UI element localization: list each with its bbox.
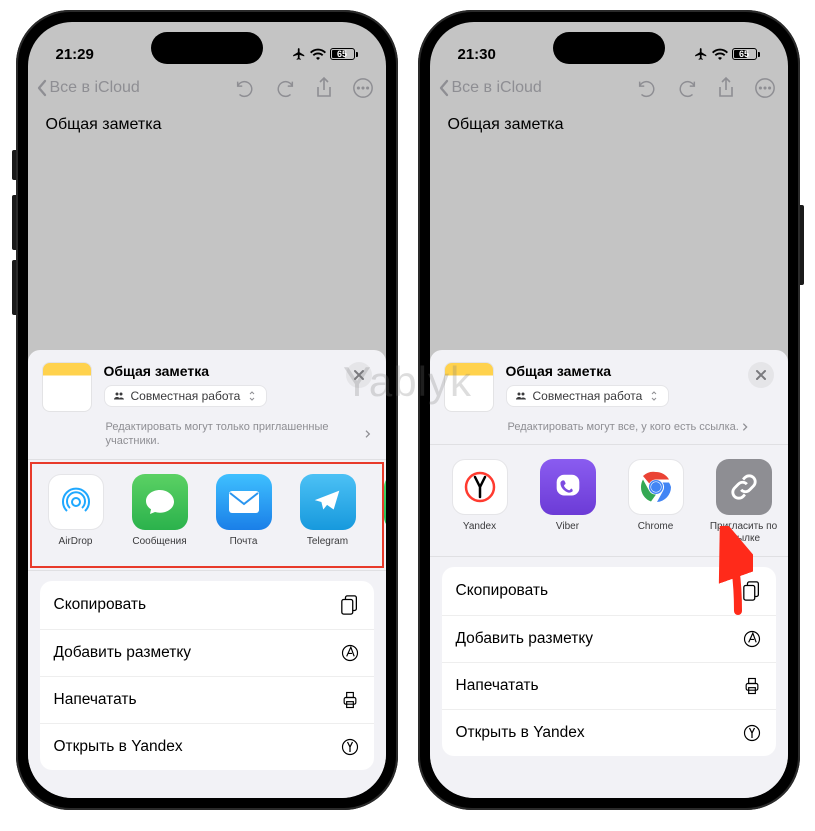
dynamic-island — [553, 32, 665, 64]
markup-icon — [742, 629, 762, 649]
note-thumbnail — [42, 362, 92, 412]
chevron-right-icon — [741, 422, 749, 432]
share-icon[interactable] — [314, 76, 334, 100]
phone-left: 21:29 65 Все в iCloud Общая — [16, 10, 398, 810]
action-markup[interactable]: Добавить разметку — [40, 630, 374, 677]
redo-icon[interactable] — [676, 77, 698, 99]
dynamic-island — [151, 32, 263, 64]
link-icon — [727, 470, 761, 504]
action-open-yandex[interactable]: Открыть в Yandex — [40, 724, 374, 770]
undo-icon[interactable] — [234, 77, 256, 99]
back-button[interactable]: Все в iCloud — [438, 79, 542, 97]
note-thumbnail — [444, 362, 494, 412]
chevron-updown-icon — [648, 390, 660, 402]
share-sheet: Общая заметка Совместная работа Редактир… — [28, 350, 386, 798]
share-sheet: Общая заметка Совместная работа Редактир… — [430, 350, 788, 798]
app-whatsapp[interactable]: WhatsApp — [374, 474, 386, 558]
note-title[interactable]: Общая заметка — [430, 106, 788, 144]
close-icon — [353, 369, 365, 381]
close-icon — [755, 369, 767, 381]
collab-label: Совместная работа — [533, 389, 643, 403]
app-yandex[interactable]: Yandex — [440, 459, 520, 544]
people-icon — [113, 390, 125, 402]
battery-indicator: 65 — [330, 48, 358, 60]
undo-icon[interactable] — [636, 77, 658, 99]
status-time: 21:29 — [56, 46, 94, 63]
app-chrome[interactable]: Chrome — [616, 459, 696, 544]
markup-icon — [340, 643, 360, 663]
more-icon[interactable] — [754, 77, 776, 99]
share-apps-row: AirDrop Сообщения Почта Telegram WhatsAp… — [28, 460, 386, 570]
close-button[interactable] — [748, 362, 774, 388]
chevron-right-icon — [364, 429, 371, 439]
back-button[interactable]: Все в iCloud — [36, 79, 140, 97]
share-icon[interactable] — [716, 76, 736, 100]
yandex-app-icon — [460, 467, 500, 507]
app-invite-link[interactable]: Пригласить по ссылке — [704, 459, 784, 544]
share-apps-row: Yandex Viber Chrome Пригласить по ссылке — [430, 445, 788, 556]
battery-indicator: 65 — [732, 48, 760, 60]
collab-label: Совместная работа — [131, 389, 241, 403]
airdrop-icon — [56, 482, 96, 522]
yandex-icon — [742, 723, 762, 743]
permission-summary[interactable]: Редактировать могут только приглашенные … — [28, 420, 386, 459]
yandex-icon — [340, 737, 360, 757]
note-title[interactable]: Общая заметка — [28, 106, 386, 144]
app-viber[interactable]: Viber — [528, 459, 608, 544]
action-print[interactable]: Напечатать — [442, 663, 776, 710]
phone-right: 21:30 65 Все в iCloud Общая — [418, 10, 800, 810]
actions-list: Скопировать Добавить разметку Напечатать… — [442, 567, 776, 756]
chrome-icon — [636, 467, 676, 507]
collaboration-selector[interactable]: Совместная работа — [104, 385, 268, 407]
viber-icon — [551, 470, 585, 504]
wifi-icon — [310, 48, 326, 60]
actions-list: Скопировать Добавить разметку Напечатать… — [40, 581, 374, 770]
app-messages[interactable]: Сообщения — [122, 474, 198, 558]
app-mail[interactable]: Почта — [206, 474, 282, 558]
people-icon — [515, 390, 527, 402]
app-telegram[interactable]: Telegram — [290, 474, 366, 558]
chevron-updown-icon — [246, 390, 258, 402]
action-print[interactable]: Напечатать — [40, 677, 374, 724]
back-label: Все в iCloud — [50, 79, 140, 97]
action-markup[interactable]: Добавить разметку — [442, 616, 776, 663]
more-icon[interactable] — [352, 77, 374, 99]
permission-summary[interactable]: Редактировать могут все, у кого есть ссы… — [430, 420, 788, 444]
sheet-title: Общая заметка — [104, 363, 372, 379]
collaboration-selector[interactable]: Совместная работа — [506, 385, 670, 407]
telegram-icon — [311, 485, 345, 519]
redo-icon[interactable] — [274, 77, 296, 99]
app-airdrop[interactable]: AirDrop — [38, 474, 114, 558]
copy-icon — [742, 580, 762, 602]
action-copy[interactable]: Скопировать — [442, 567, 776, 616]
sheet-title: Общая заметка — [506, 363, 774, 379]
airplane-icon — [694, 47, 708, 61]
mail-icon — [225, 487, 263, 517]
airplane-icon — [292, 47, 306, 61]
status-time: 21:30 — [458, 46, 496, 63]
close-button[interactable] — [346, 362, 372, 388]
print-icon — [340, 690, 360, 710]
copy-icon — [340, 594, 360, 616]
action-copy[interactable]: Скопировать — [40, 581, 374, 630]
wifi-icon — [712, 48, 728, 60]
messages-icon — [142, 484, 178, 520]
back-label: Все в iCloud — [452, 79, 542, 97]
print-icon — [742, 676, 762, 696]
action-open-yandex[interactable]: Открыть в Yandex — [442, 710, 776, 756]
